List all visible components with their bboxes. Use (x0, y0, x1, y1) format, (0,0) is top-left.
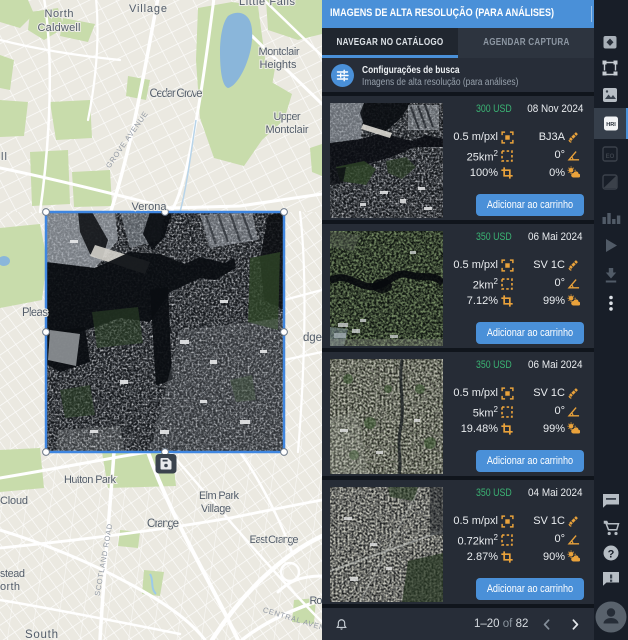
svg-text:Little Falls: Little Falls (239, 0, 296, 8)
svg-text:Verona: Verona (132, 201, 168, 213)
svg-text:Cloud: Cloud (0, 495, 28, 507)
svg-text:Pleas: Pleas (22, 307, 48, 319)
svg-text:Heights: Heights (260, 59, 298, 71)
svg-text:Orange: Orange (147, 518, 179, 530)
svg-text:Upper: Upper (274, 111, 301, 123)
svg-text:Hutton Park: Hutton Park (64, 474, 117, 486)
svg-text:?: ? (608, 549, 615, 561)
svg-text:dge: dge (303, 332, 322, 344)
svg-text:Village: Village (129, 3, 167, 15)
svg-text:ll: ll (1, 151, 7, 163)
svg-text:Ro: Ro (310, 595, 323, 607)
svg-text:East Orange: East Orange (250, 534, 299, 546)
svg-text:North: North (45, 8, 74, 20)
svg-text:Village: Village (201, 503, 231, 515)
svg-text:Cedar Grove: Cedar Grove (150, 88, 203, 100)
svg-text:HRI: HRI (606, 122, 616, 128)
svg-text:orth: orth (0, 581, 20, 593)
svg-text:Montclair: Montclair (266, 124, 309, 136)
svg-text:Caldwell: Caldwell (38, 22, 81, 34)
svg-text:South: South (25, 629, 58, 640)
svg-text:stead: stead (0, 568, 25, 580)
svg-text:Elm Park: Elm Park (199, 490, 240, 502)
svg-text:EO: EO (606, 154, 615, 160)
svg-text:Montclair: Montclair (259, 46, 300, 58)
